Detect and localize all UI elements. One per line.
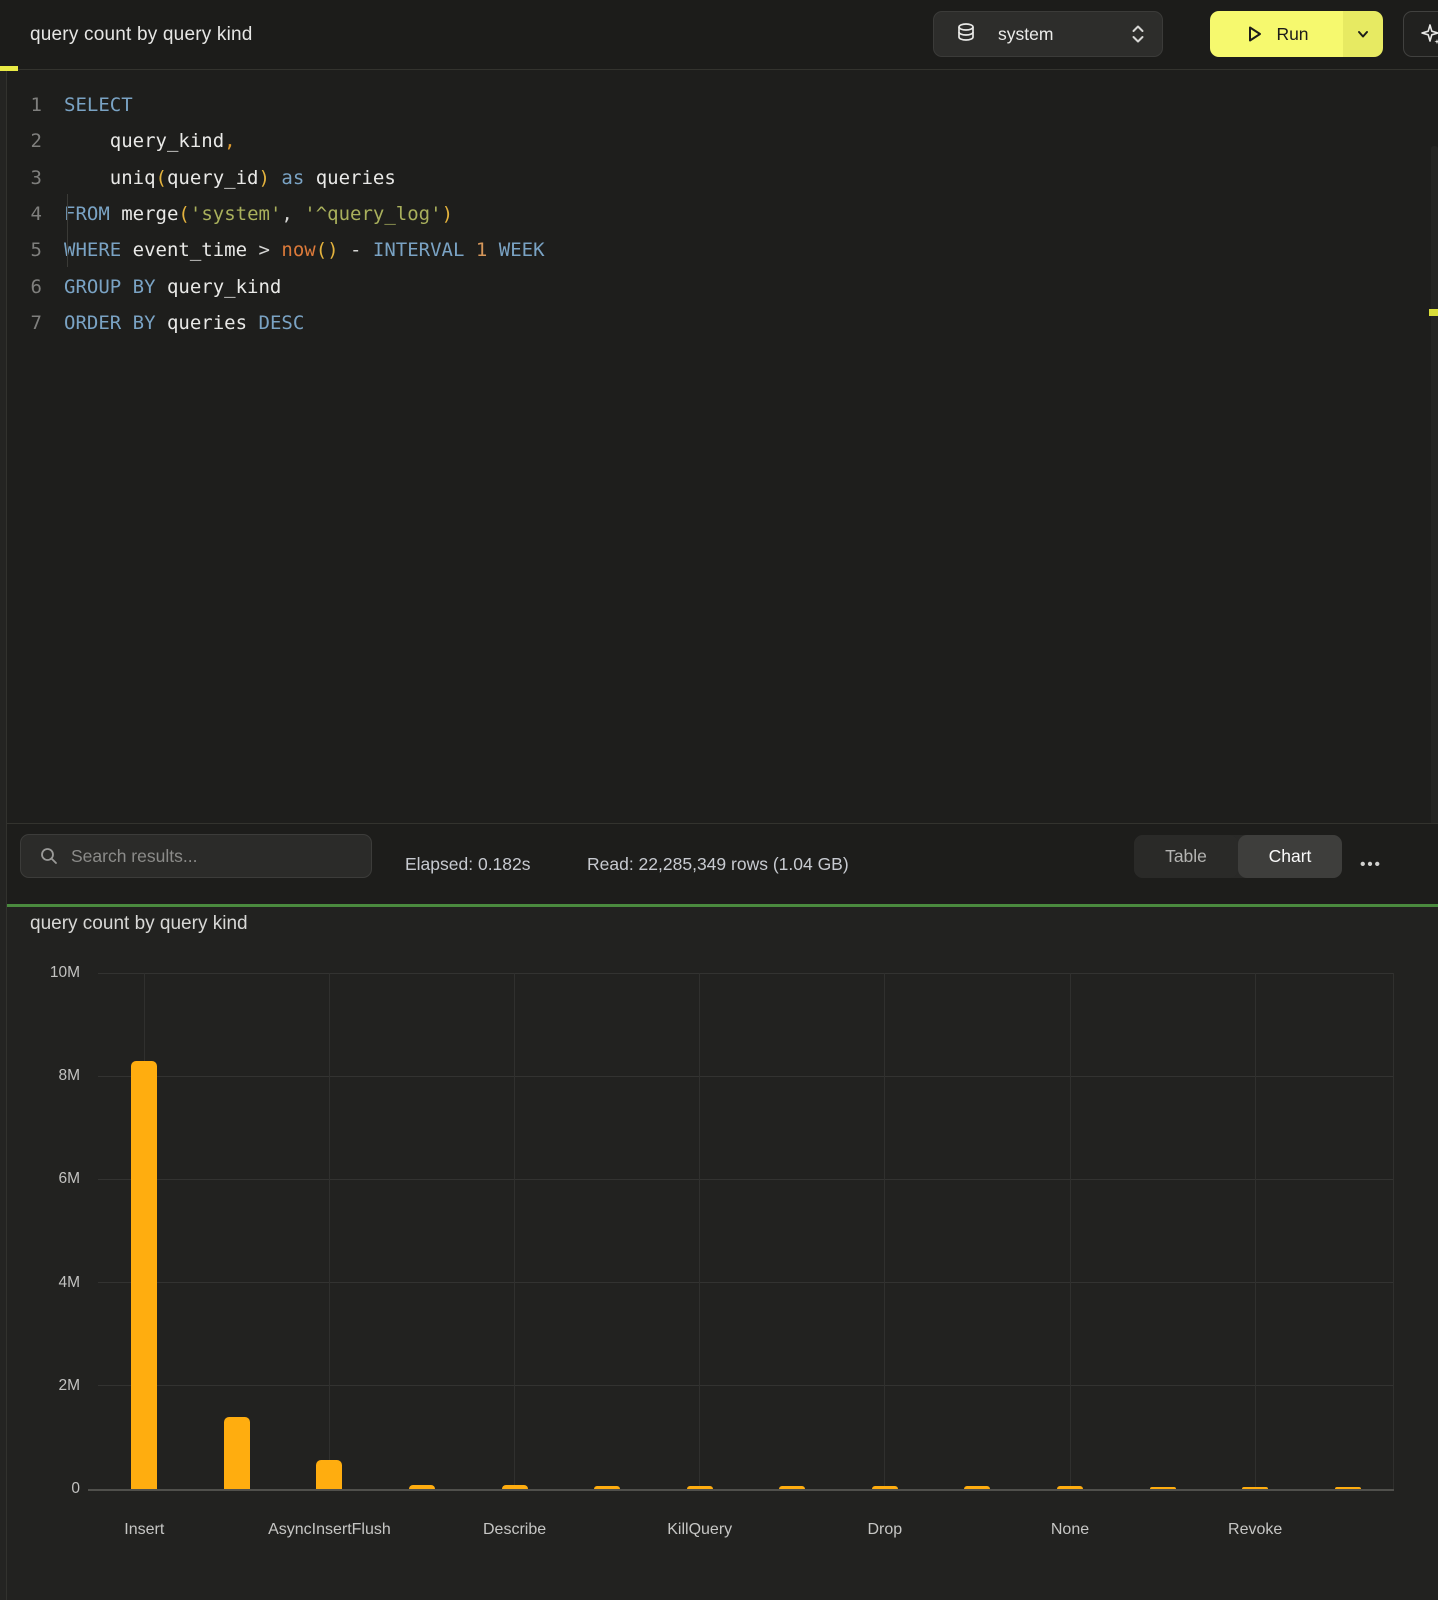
y-gridline bbox=[98, 1385, 1394, 1386]
search-results-input[interactable] bbox=[71, 846, 351, 867]
chart-panel: query count by query kind 0 2M 4M 6M 8M 10M In… bbox=[0, 907, 1438, 1600]
code-line: 5WHERE event_time > now() - INTERVAL 1 W… bbox=[0, 232, 1420, 268]
magnifier-icon bbox=[39, 846, 59, 866]
indent-guide bbox=[67, 194, 68, 267]
y-axis-label: 2M bbox=[0, 1377, 80, 1395]
database-icon bbox=[956, 23, 976, 45]
y-gridline bbox=[98, 1179, 1394, 1180]
code-line: 2 query_kind, bbox=[0, 123, 1420, 159]
y-gridline bbox=[98, 1076, 1394, 1077]
x-axis-label: None bbox=[985, 1521, 1155, 1539]
view-toggle: Table Chart bbox=[1134, 835, 1342, 878]
x-axis-label: Revoke bbox=[1170, 1521, 1340, 1539]
bar bbox=[131, 1061, 157, 1489]
left-gutter bbox=[0, 70, 7, 1600]
run-button-group: Run bbox=[1210, 11, 1383, 57]
code-line: 4FROM merge('system', '^query_log') bbox=[0, 196, 1420, 232]
ai-assist-button[interactable] bbox=[1403, 11, 1438, 57]
y-gridline bbox=[98, 1282, 1394, 1283]
chevron-down-icon bbox=[1356, 27, 1370, 41]
run-button[interactable]: Run bbox=[1210, 11, 1343, 57]
x-axis-label: AsyncInsertFlush bbox=[244, 1521, 414, 1539]
x-axis-label: Insert bbox=[59, 1521, 229, 1539]
bar-chart-plot bbox=[98, 973, 1394, 1489]
x-axis-label: Describe bbox=[430, 1521, 600, 1539]
topbar: query count by query kind system Run bbox=[0, 0, 1438, 70]
code-line: 3 uniq(query_id) as queries bbox=[0, 160, 1420, 196]
x-gridline bbox=[329, 973, 330, 1489]
x-gridline bbox=[884, 973, 885, 1489]
page-title: query count by query kind bbox=[30, 0, 253, 70]
y-axis-label: 6M bbox=[0, 1170, 80, 1188]
sparkles-icon bbox=[1418, 22, 1438, 46]
bar bbox=[224, 1417, 250, 1489]
y-axis-label: 4M bbox=[0, 1274, 80, 1292]
scrollbar-annotation-mark bbox=[1429, 309, 1438, 316]
table-view-button[interactable]: Table bbox=[1134, 835, 1238, 878]
play-icon bbox=[1244, 24, 1264, 44]
x-gridline bbox=[514, 973, 515, 1489]
x-axis-line bbox=[88, 1489, 1394, 1491]
active-tab-indicator bbox=[0, 66, 18, 71]
elapsed-stat: Elapsed: 0.182s bbox=[405, 824, 531, 905]
x-axis-label: Drop bbox=[800, 1521, 970, 1539]
x-gridline bbox=[1070, 973, 1071, 1489]
code-line: 6GROUP BY query_kind bbox=[0, 268, 1420, 304]
run-options-button[interactable] bbox=[1343, 11, 1383, 57]
database-selector-value: system bbox=[998, 24, 1130, 45]
sql-code: 1SELECT2 query_kind,3 uniq(query_id) as … bbox=[0, 87, 1420, 341]
up-down-chevron-icon bbox=[1130, 23, 1146, 45]
chart-title: query count by query kind bbox=[30, 913, 248, 935]
database-selector[interactable]: system bbox=[933, 11, 1163, 57]
run-button-label: Run bbox=[1276, 24, 1308, 45]
more-options-button[interactable]: ••• bbox=[1354, 852, 1388, 880]
y-gridline bbox=[98, 973, 1394, 974]
code-line: 1SELECT bbox=[0, 87, 1420, 123]
bar bbox=[316, 1460, 342, 1489]
plot-right-edge bbox=[1393, 973, 1394, 1489]
read-stat: Read: 22,285,349 rows (1.04 GB) bbox=[587, 824, 849, 905]
sql-editor[interactable]: 1SELECT2 query_kind,3 uniq(query_id) as … bbox=[0, 71, 1438, 823]
x-axis-label: KillQuery bbox=[615, 1521, 785, 1539]
x-gridline bbox=[1255, 973, 1256, 1489]
code-line: 7ORDER BY queries DESC bbox=[0, 305, 1420, 341]
y-axis-label: 10M bbox=[0, 964, 80, 982]
editor-scrollbar[interactable] bbox=[1431, 146, 1438, 886]
results-toolbar: Elapsed: 0.182s Read: 22,285,349 rows (1… bbox=[0, 823, 1438, 904]
x-gridline bbox=[699, 973, 700, 1489]
search-box[interactable] bbox=[20, 834, 372, 878]
chart-view-button[interactable]: Chart bbox=[1238, 835, 1342, 878]
y-axis-label: 8M bbox=[0, 1067, 80, 1085]
y-axis-label: 0 bbox=[0, 1480, 80, 1498]
